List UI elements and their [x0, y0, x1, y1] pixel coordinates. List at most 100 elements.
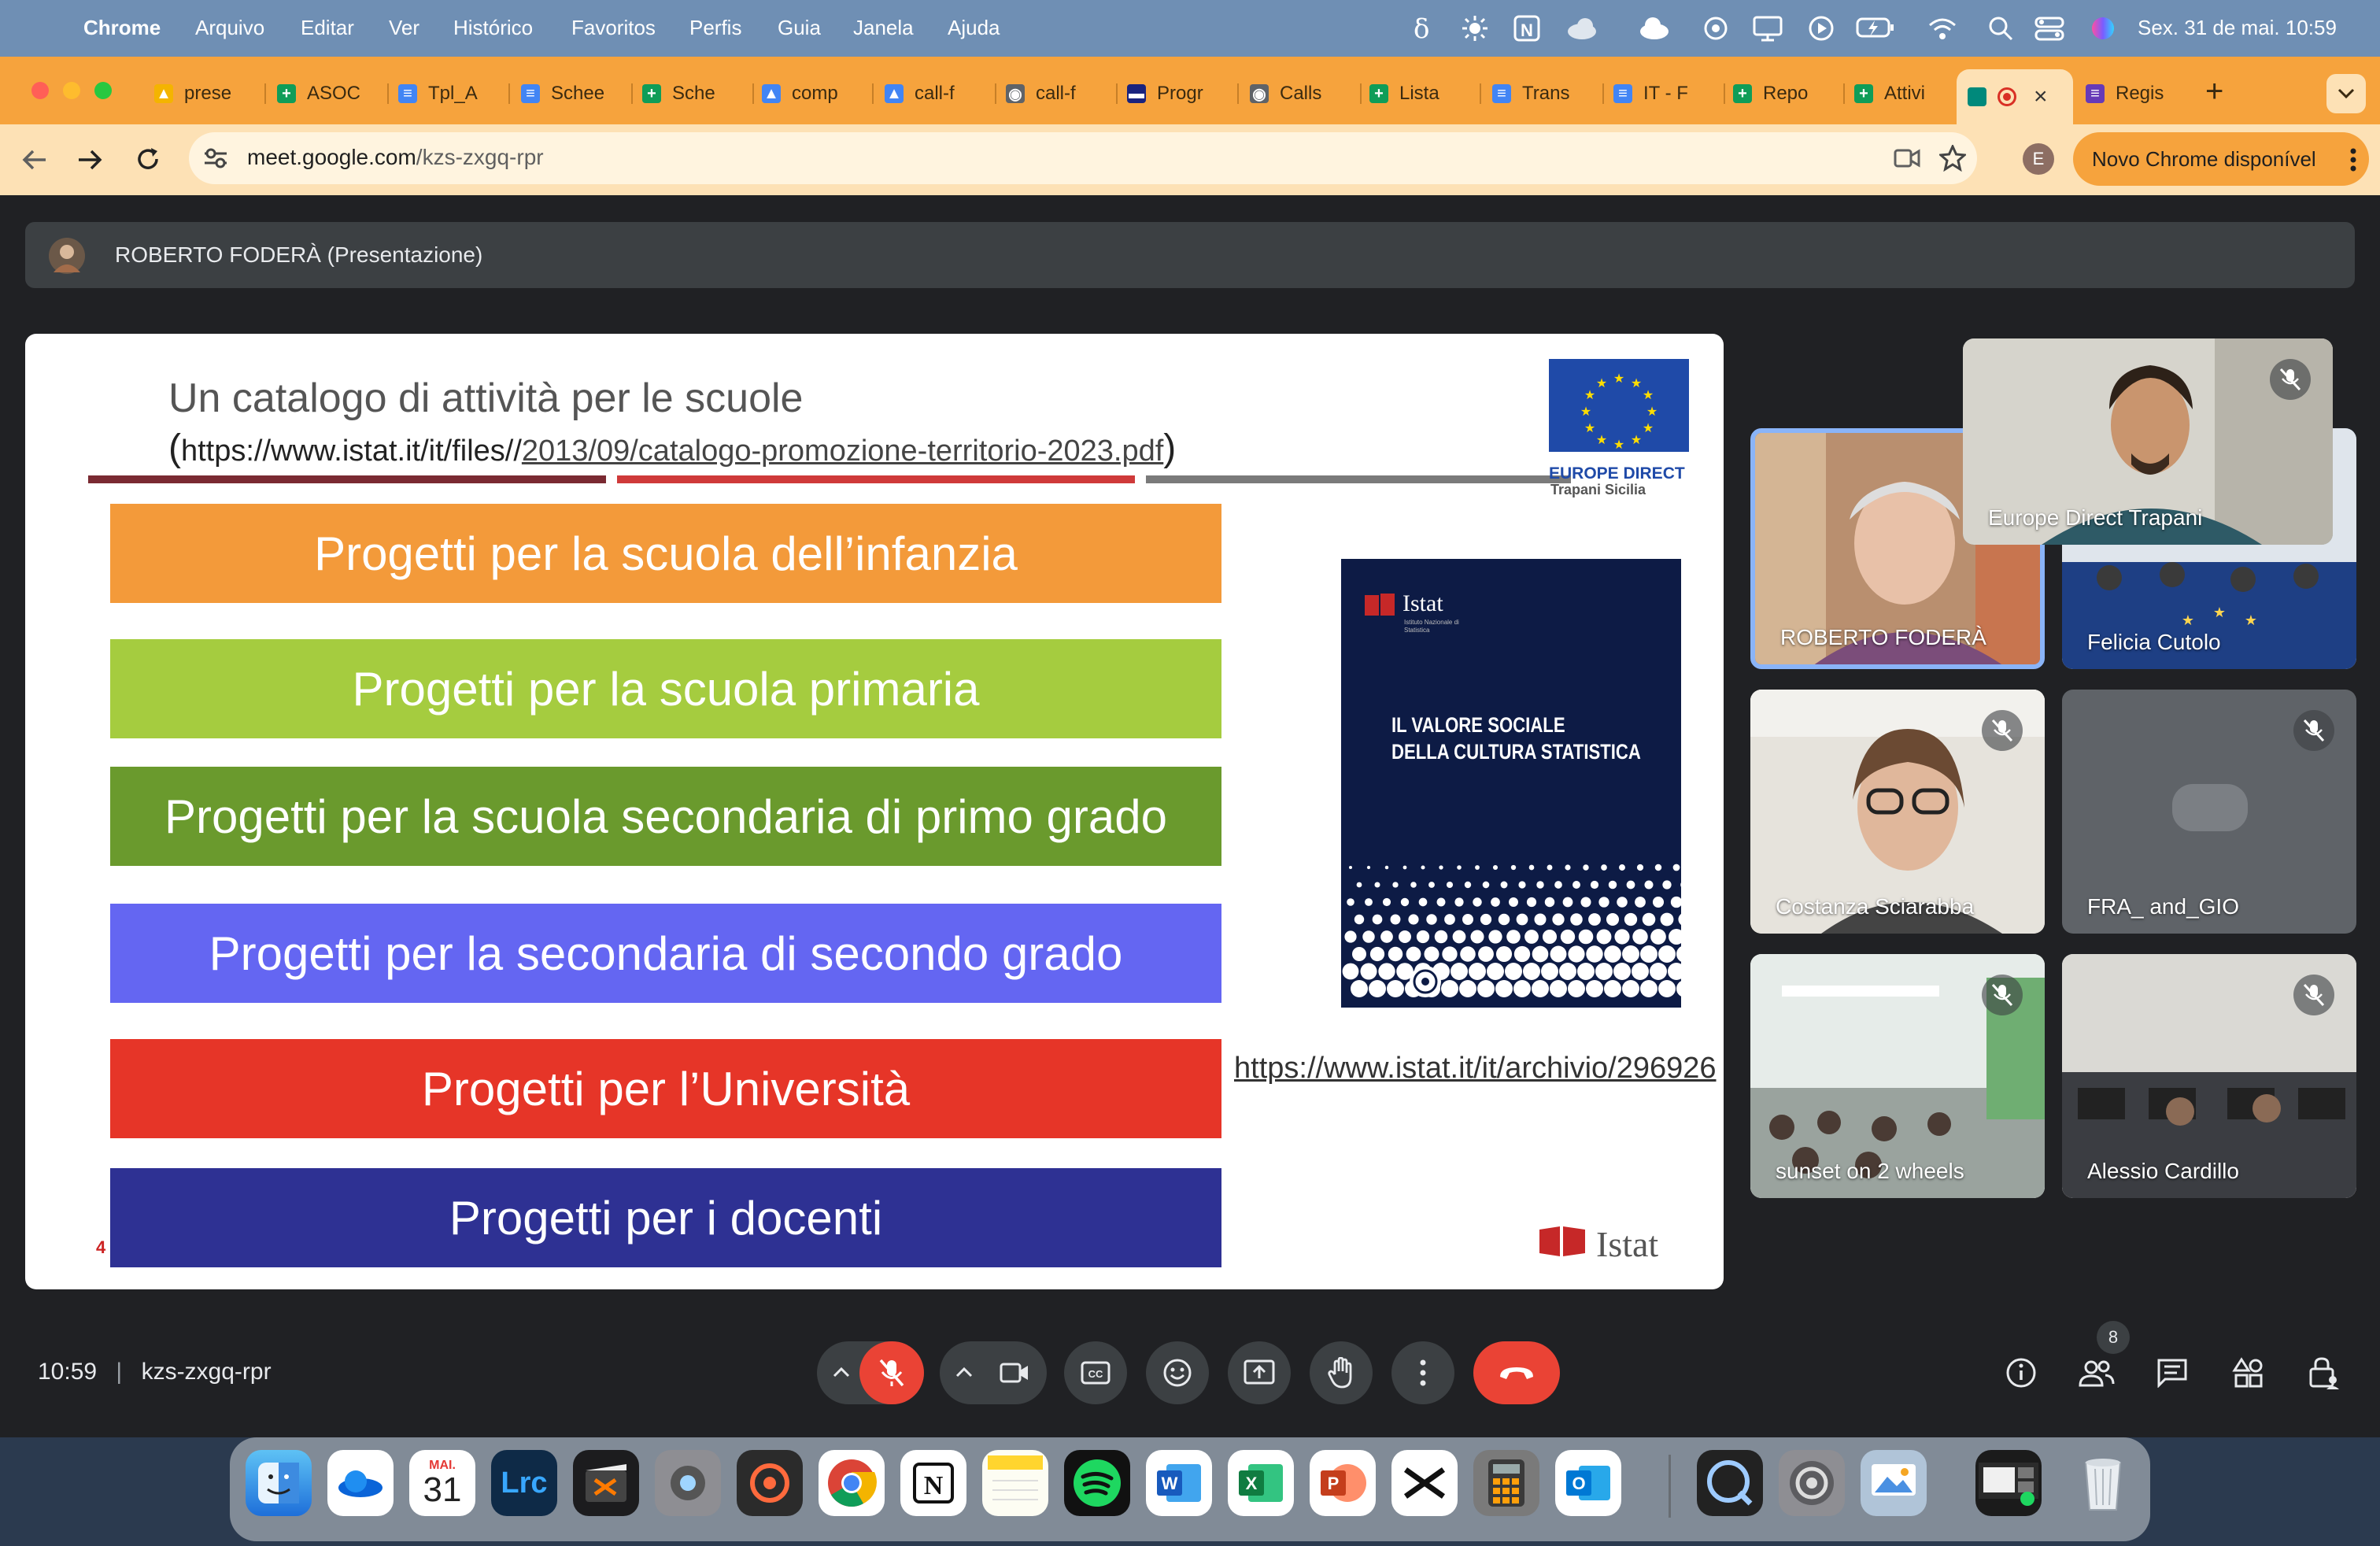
- tab[interactable]: + ASOC: [272, 71, 384, 117]
- menu-favoritos[interactable]: Favoritos: [571, 16, 656, 40]
- compressor-icon[interactable]: [655, 1450, 721, 1516]
- forward-arrow-icon[interactable]: [76, 146, 104, 173]
- captions-button[interactable]: CC: [1064, 1341, 1127, 1404]
- reload-icon[interactable]: [134, 145, 162, 173]
- control-center-icon[interactable]: [2034, 14, 2065, 43]
- menu-perfis[interactable]: Perfis: [689, 16, 741, 40]
- tab[interactable]: ×: [1957, 69, 2073, 124]
- chrome-icon[interactable]: [819, 1450, 885, 1516]
- powerpoint-icon[interactable]: P: [1310, 1450, 1376, 1516]
- menu-ver[interactable]: Ver: [389, 16, 419, 40]
- brightness-icon[interactable]: [1461, 14, 1489, 43]
- people-button[interactable]: [2073, 1349, 2120, 1396]
- new-tab-button[interactable]: +: [2205, 74, 2223, 109]
- spotlight-search-icon[interactable]: [1986, 14, 2015, 43]
- final-cut-icon[interactable]: [573, 1450, 639, 1516]
- quicktime-icon[interactable]: [1697, 1450, 1763, 1516]
- bookmark-star-icon[interactable]: [1939, 145, 1966, 172]
- lightroom-icon[interactable]: Lrc: [491, 1450, 557, 1516]
- display-icon[interactable]: [1752, 14, 1783, 43]
- system-settings-icon[interactable]: [1779, 1450, 1845, 1516]
- wifi-icon[interactable]: [1927, 14, 1958, 43]
- cloud-icon[interactable]: [1565, 16, 1599, 41]
- participant-tile-fra-gio[interactable]: FRA_ and_GIO: [2062, 690, 2356, 934]
- menu-historico[interactable]: Histórico: [453, 16, 533, 40]
- app-menu[interactable]: Chrome: [83, 16, 161, 40]
- mic-toggle-button[interactable]: [859, 1341, 924, 1404]
- leave-call-button[interactable]: [1473, 1341, 1560, 1404]
- tab[interactable]: ▬ Progr: [1122, 71, 1234, 117]
- window-close-button[interactable]: [31, 82, 49, 99]
- notion-icon[interactable]: N: [900, 1450, 966, 1516]
- present-screen-button[interactable]: [1228, 1341, 1291, 1404]
- trash-icon[interactable]: [2070, 1450, 2136, 1516]
- address-bar[interactable]: meet.google.com/kzs-zxgq-rpr: [189, 132, 1977, 184]
- camera-toggle-button[interactable]: [982, 1341, 1047, 1404]
- meeting-code[interactable]: kzs-zxgq-rpr: [142, 1359, 272, 1385]
- spotify-icon[interactable]: [1064, 1450, 1130, 1516]
- delta-icon[interactable]: δ: [1409, 13, 1437, 44]
- mic-options-chevron-up-icon[interactable]: [833, 1367, 850, 1378]
- window-minimize-button[interactable]: [63, 82, 80, 99]
- activities-button[interactable]: [2224, 1349, 2271, 1396]
- tab[interactable]: + Lista: [1365, 71, 1476, 117]
- participant-tile-alessio[interactable]: Alessio Cardillo: [2062, 954, 2356, 1198]
- notion-menubar-icon[interactable]: N: [1513, 14, 1541, 43]
- menu-arquivo[interactable]: Arquivo: [195, 16, 264, 40]
- tab-search-button[interactable]: [2326, 74, 2366, 113]
- tab[interactable]: ◉ Calls: [1245, 71, 1357, 117]
- word-icon[interactable]: W: [1146, 1450, 1212, 1516]
- menu-janela[interactable]: Janela: [853, 16, 914, 40]
- tab[interactable]: ≡ IT - F: [1609, 71, 1720, 117]
- menu-editar[interactable]: Editar: [301, 16, 354, 40]
- excel-icon[interactable]: X: [1228, 1450, 1294, 1516]
- site-info-icon[interactable]: [203, 146, 228, 170]
- camera-in-use-icon[interactable]: [1894, 148, 1920, 168]
- tab[interactable]: ▲ comp: [757, 71, 869, 117]
- more-options-button[interactable]: [1391, 1341, 1454, 1404]
- chat-button[interactable]: [2149, 1349, 2196, 1396]
- tab[interactable]: ◉ call-f: [1001, 71, 1113, 117]
- menu-ajuda[interactable]: Ajuda: [948, 16, 1000, 40]
- back-arrow-icon[interactable]: [20, 146, 49, 173]
- tab[interactable]: ≡ Schee: [516, 71, 628, 117]
- icloud-icon[interactable]: [1637, 16, 1672, 41]
- close-tab-icon[interactable]: ×: [2034, 83, 2048, 110]
- slide-catalog-link[interactable]: (https://www.istat.it/it/files//2013/09/…: [168, 427, 1176, 470]
- onedrive-icon[interactable]: [327, 1450, 394, 1516]
- capcut-icon[interactable]: [1391, 1450, 1458, 1516]
- tab[interactable]: ≡ Tpl_A: [394, 71, 505, 117]
- tab[interactable]: + Repo: [1728, 71, 1840, 117]
- archive-link[interactable]: https://www.istat.it/it/archivio/296926: [1234, 1052, 1717, 1086]
- tab[interactable]: ≡ Regis: [2081, 71, 2193, 117]
- tab[interactable]: + Attivi: [1850, 71, 1942, 117]
- raise-hand-button[interactable]: [1310, 1341, 1373, 1404]
- calendar-icon[interactable]: MAI. 31: [409, 1450, 475, 1516]
- participant-tile-europe-direct[interactable]: Europe Direct Trapani: [1963, 338, 2333, 545]
- camera-options-chevron-up-icon[interactable]: [955, 1367, 973, 1378]
- tab[interactable]: ▲ call-f: [880, 71, 992, 117]
- tab[interactable]: ▲ prese: [150, 71, 261, 117]
- update-chrome-button[interactable]: Novo Chrome disponível: [2073, 132, 2369, 186]
- profile-avatar[interactable]: E: [2023, 143, 2054, 175]
- calculator-icon[interactable]: [1473, 1450, 1539, 1516]
- meet-window-thumbnail-icon[interactable]: [1975, 1450, 2042, 1516]
- preview-icon[interactable]: [1861, 1450, 1927, 1516]
- participant-tile-costanza[interactable]: Costanza Sciarabba: [1750, 690, 2045, 934]
- tab[interactable]: + Sche: [638, 71, 749, 117]
- menubar-clock[interactable]: Sex. 31 de mai. 10:59: [2138, 16, 2337, 40]
- sync-icon[interactable]: [1702, 14, 1730, 43]
- menu-guia[interactable]: Guia: [778, 16, 821, 40]
- participant-tile-sunset[interactable]: sunset on 2 wheels: [1750, 954, 2045, 1198]
- davinci-icon[interactable]: [737, 1450, 803, 1516]
- finder-icon[interactable]: [246, 1450, 312, 1516]
- tab[interactable]: ≡ Trans: [1488, 71, 1599, 117]
- notes-icon[interactable]: [982, 1450, 1048, 1516]
- reactions-button[interactable]: [1146, 1341, 1209, 1404]
- siri-icon[interactable]: [2089, 14, 2117, 43]
- window-zoom-button[interactable]: [94, 82, 112, 99]
- meeting-details-button[interactable]: [1998, 1349, 2045, 1396]
- outlook-icon[interactable]: O: [1555, 1450, 1621, 1516]
- host-controls-button[interactable]: [2300, 1349, 2347, 1396]
- play-icon[interactable]: [1807, 14, 1835, 43]
